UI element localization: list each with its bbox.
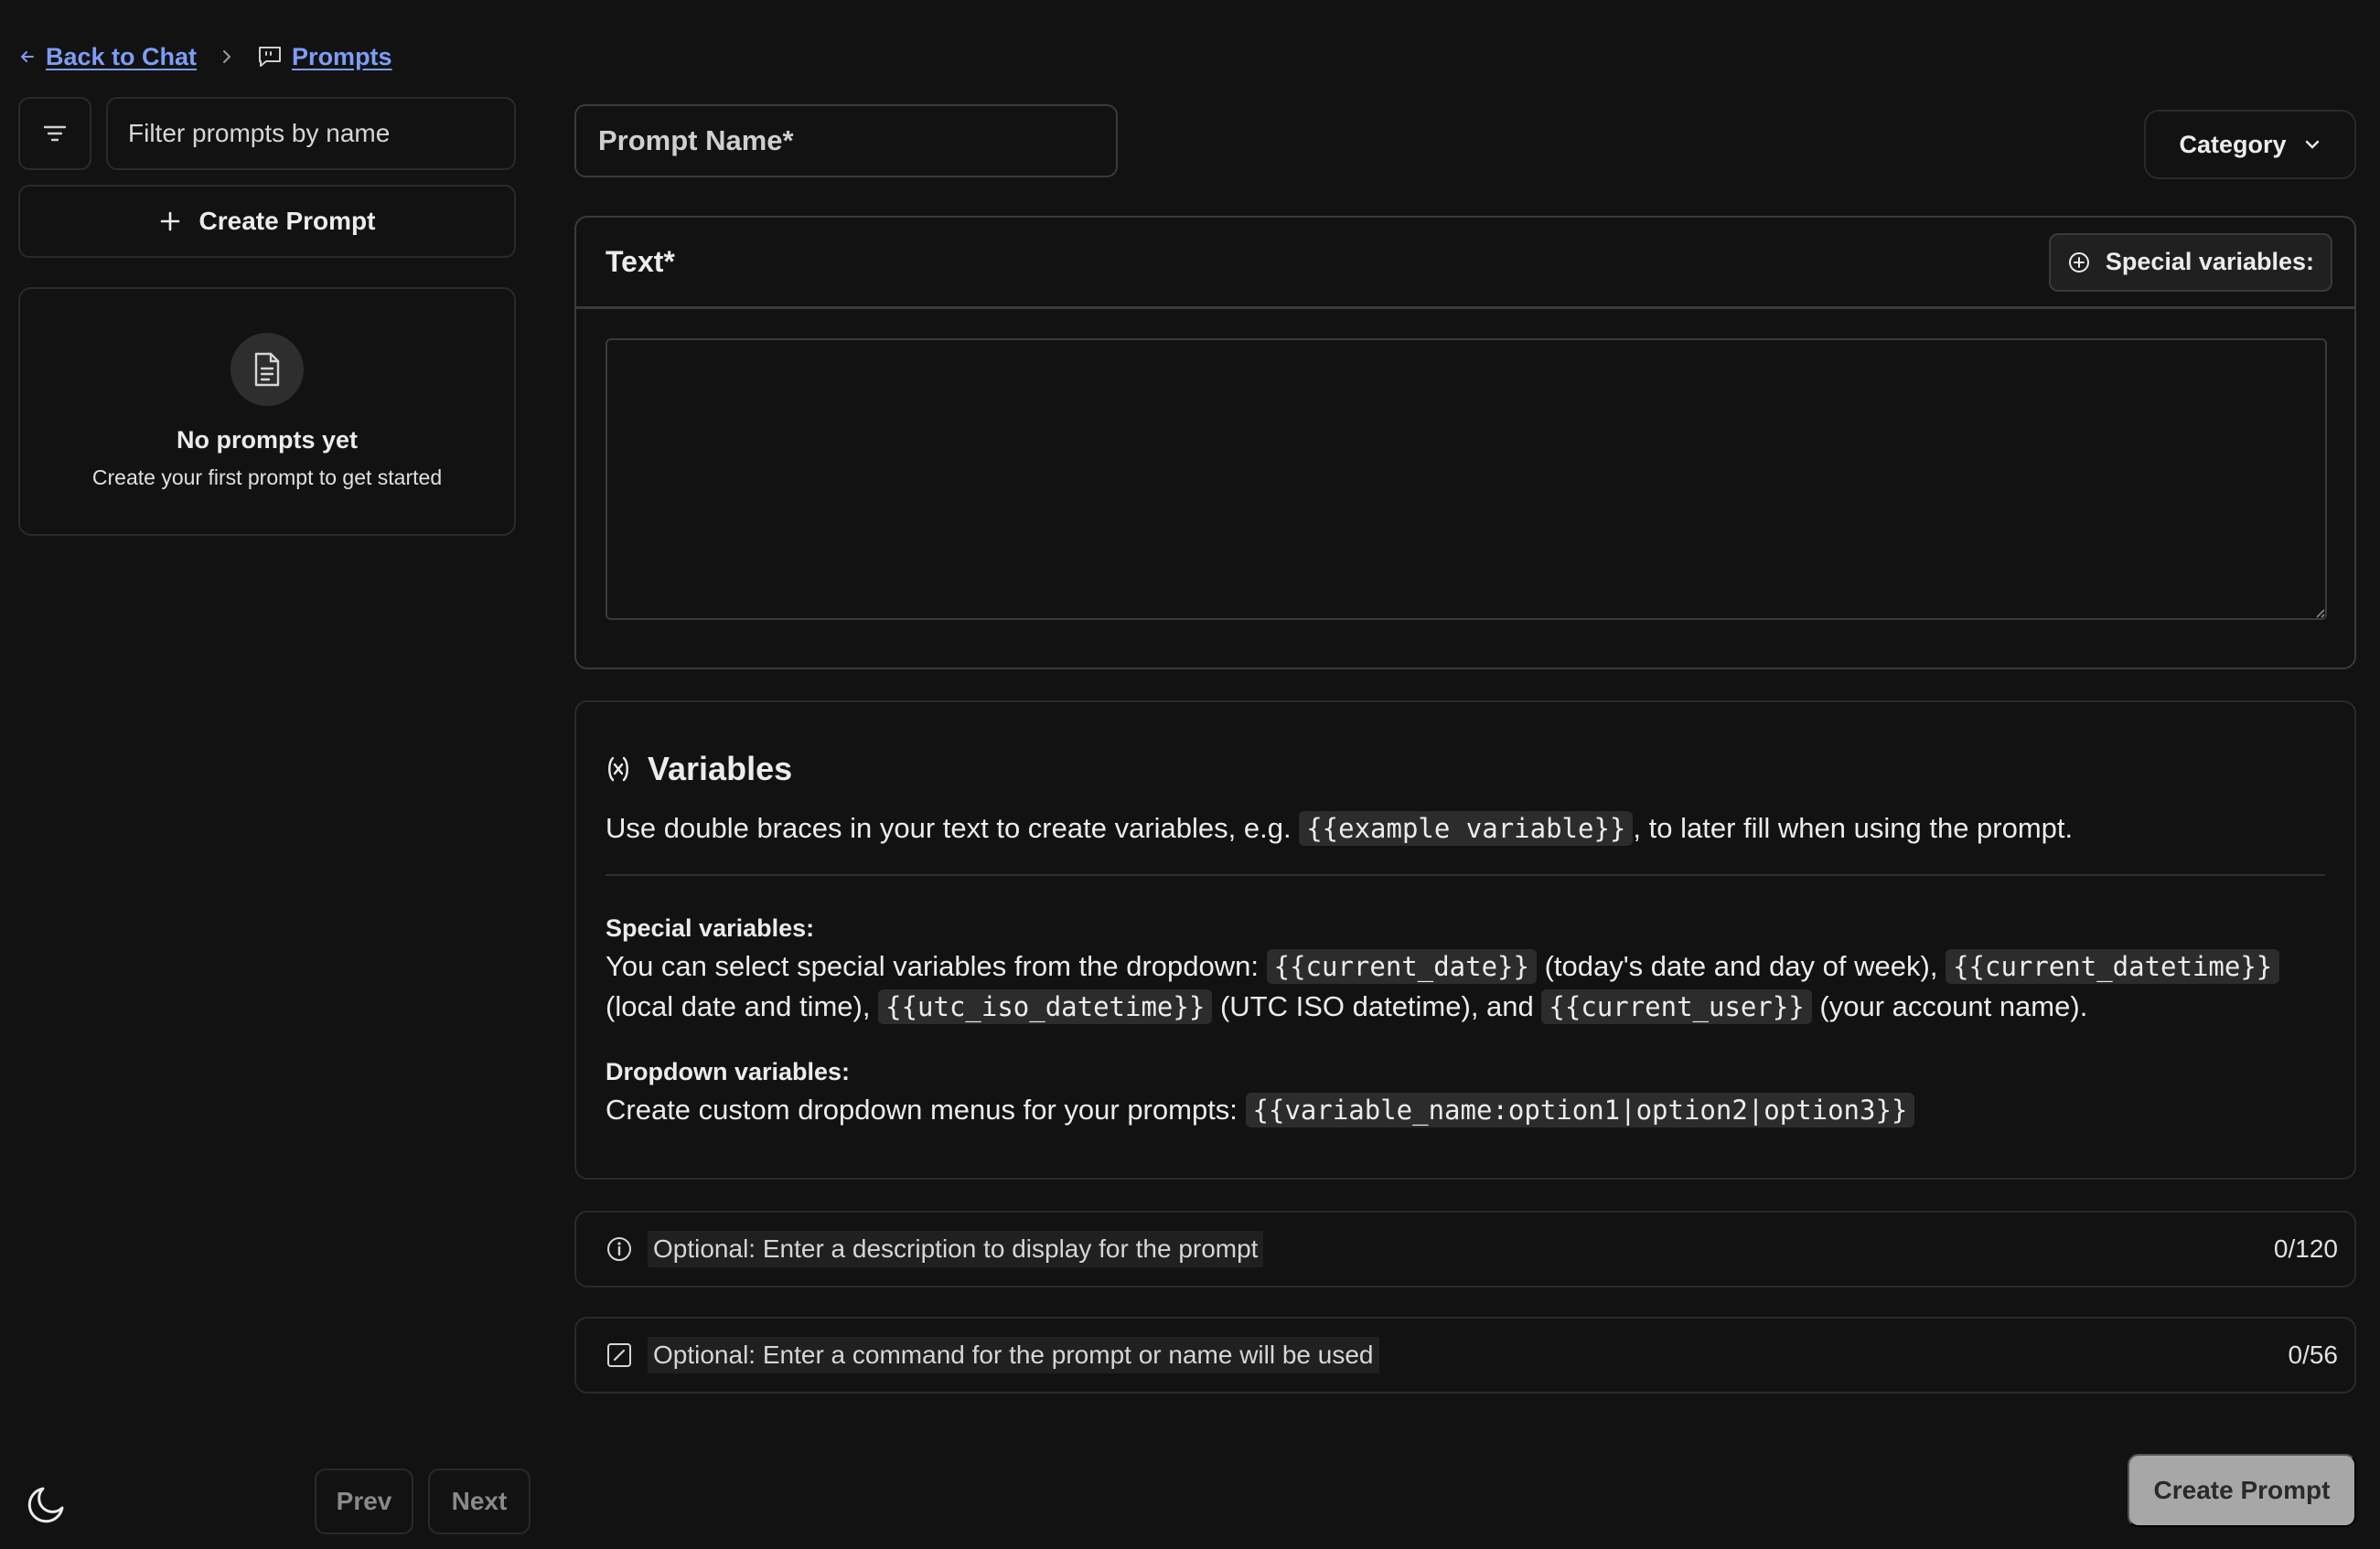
prompt-text-card: Text* Special variables: [574, 216, 2356, 669]
prompt-name-input[interactable] [598, 124, 1116, 157]
create-prompt-sidebar-label: Create Prompt [198, 207, 376, 235]
dropdown-variables-text: Create custom dropdown menus for your pr… [606, 1090, 2325, 1130]
description-field[interactable]: Optional: Enter a description to display… [574, 1211, 2356, 1287]
special-text-3: (local date and time), [606, 990, 871, 1022]
special-text-5: (your account name). [1819, 990, 2088, 1022]
special-variables-title: Special variables: [606, 914, 815, 942]
variables-desc-text: Use double braces in your text to create… [606, 812, 1292, 844]
prev-page-button[interactable]: Prev [315, 1469, 413, 1534]
next-page-button[interactable]: Next [428, 1469, 531, 1534]
empty-state-card: No prompts yet Create your first prompt … [18, 287, 516, 536]
info-icon [606, 1235, 648, 1263]
text-label: Text* [606, 245, 675, 278]
variables-title: Variables [648, 750, 793, 787]
resize-handle-icon[interactable] [2312, 605, 2325, 618]
special-text-4: (UTC ISO datetime), and [1219, 990, 1534, 1022]
variables-heading: Variables [606, 750, 2325, 788]
prompt-text-area[interactable] [606, 338, 2327, 620]
special-variables-label: Special variables: [2105, 248, 2314, 275]
current-user-code: {{current_user}} [1541, 989, 1812, 1024]
category-dropdown[interactable]: Category [2144, 110, 2356, 179]
plus-icon [159, 210, 199, 232]
empty-state-title: No prompts yet [176, 426, 359, 454]
file-text-icon [230, 333, 304, 406]
plus-circle-icon [2067, 251, 2106, 274]
category-label: Category [2179, 130, 2287, 158]
chevron-right-icon [220, 48, 233, 66]
special-text-1: You can select special variables from th… [606, 950, 1259, 982]
create-prompt-submit-button[interactable]: Create Prompt [2128, 1454, 2356, 1527]
message-square-quote-icon [257, 45, 283, 69]
prompt-name-field[interactable] [574, 104, 1118, 177]
dropdown-variable-code: {{variable_name:option1|option2|option3}… [1245, 1093, 1915, 1127]
variables-info-card: Variables Use double braces in your text… [574, 700, 2356, 1180]
example-variable-code: {{example variable}} [1299, 811, 1634, 846]
chevron-down-icon [2287, 138, 2321, 151]
back-to-chat-link[interactable]: Back to Chat [46, 43, 197, 71]
variables-desc-text-end: , to later fill when using the prompt. [1633, 812, 2074, 844]
moon-icon[interactable] [26, 1483, 68, 1525]
utc-iso-datetime-code: {{utc_iso_datetime}} [878, 989, 1213, 1024]
filter-lines-icon [43, 124, 67, 143]
filter-button[interactable] [18, 97, 91, 170]
dropdown-variables-title: Dropdown variables: [606, 1058, 851, 1085]
prompt-text-header: Text* Special variables: [576, 218, 2354, 309]
prompts-link[interactable]: Prompts [292, 43, 392, 71]
current-date-code: {{current_date}} [1266, 949, 1537, 984]
current-datetime-code: {{current_datetime}} [1946, 949, 2280, 984]
variables-description: Use double braces in your text to create… [606, 808, 2325, 849]
special-variables-button[interactable]: Special variables: [2048, 232, 2332, 292]
dropdown-text: Create custom dropdown menus for your pr… [606, 1094, 1238, 1126]
empty-state-subtitle: Create your first prompt to get started [91, 465, 443, 489]
command-input[interactable]: Optional: Enter a command for the prompt… [648, 1337, 1379, 1373]
divider [606, 874, 2325, 876]
arrow-left-icon [18, 48, 37, 66]
special-variables-text: You can select special variables from th… [606, 946, 2325, 1027]
variable-icon [606, 755, 648, 783]
description-char-count: 0/120 [2273, 1234, 2338, 1263]
special-text-2: (today's date and day of week), [1544, 950, 1938, 982]
description-input[interactable]: Optional: Enter a description to display… [648, 1231, 1264, 1267]
filter-prompts-input[interactable] [106, 97, 516, 170]
square-pen-icon [606, 1341, 648, 1369]
command-char-count: 0/56 [2288, 1341, 2339, 1369]
breadcrumb: Back to Chat Prompts [18, 40, 392, 73]
create-prompt-sidebar-button[interactable]: Create Prompt [18, 185, 516, 258]
command-field[interactable]: Optional: Enter a command for the prompt… [574, 1317, 2356, 1394]
